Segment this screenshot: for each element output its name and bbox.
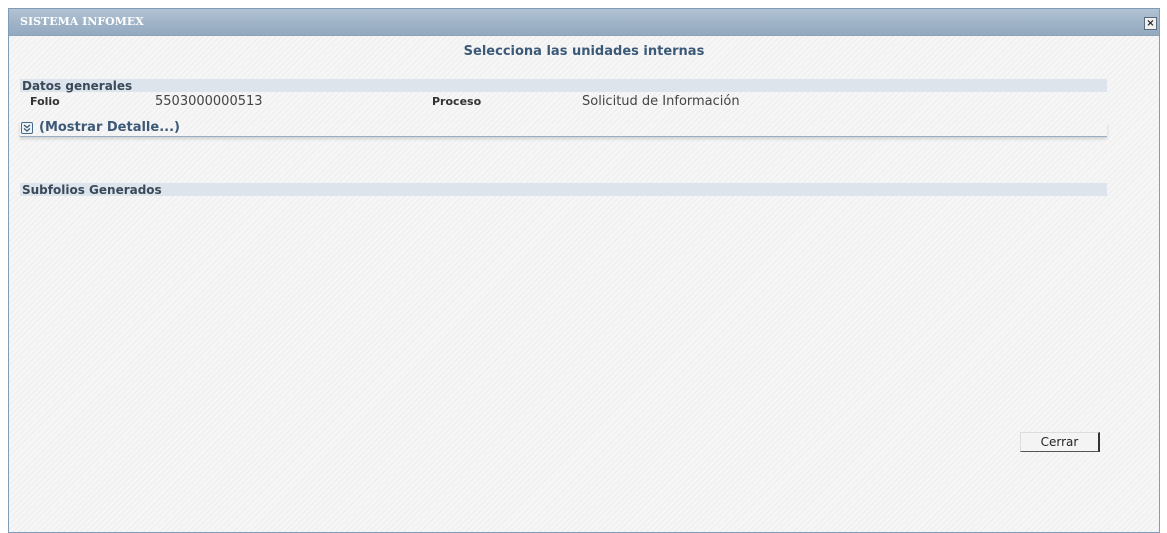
proceso-label: Proceso: [432, 95, 482, 108]
folio-value: 5503000000513: [155, 94, 263, 109]
subfolios-generados-header: Subfolios Generados: [20, 183, 1107, 197]
double-chevron-down-icon[interactable]: [21, 122, 33, 134]
proceso-value: Solicitud de Información: [582, 94, 740, 109]
dialog-subtitle: Selecciona las unidades internas: [463, 44, 705, 59]
window-title: SISTEMA INFOMEX: [20, 15, 144, 28]
title-bar: SISTEMA INFOMEX ×: [9, 9, 1159, 36]
show-detail-link[interactable]: (Mostrar Detalle...): [39, 120, 180, 135]
detail-bar: (Mostrar Detalle...): [20, 120, 1107, 137]
folio-label: Folio: [30, 95, 60, 108]
datos-generales-header: Datos generales: [20, 79, 1107, 93]
close-icon[interactable]: ×: [1144, 17, 1157, 30]
dialog-window: SISTEMA INFOMEX × Selecciona las unidade…: [8, 8, 1160, 533]
cerrar-button[interactable]: Cerrar: [1020, 432, 1100, 452]
